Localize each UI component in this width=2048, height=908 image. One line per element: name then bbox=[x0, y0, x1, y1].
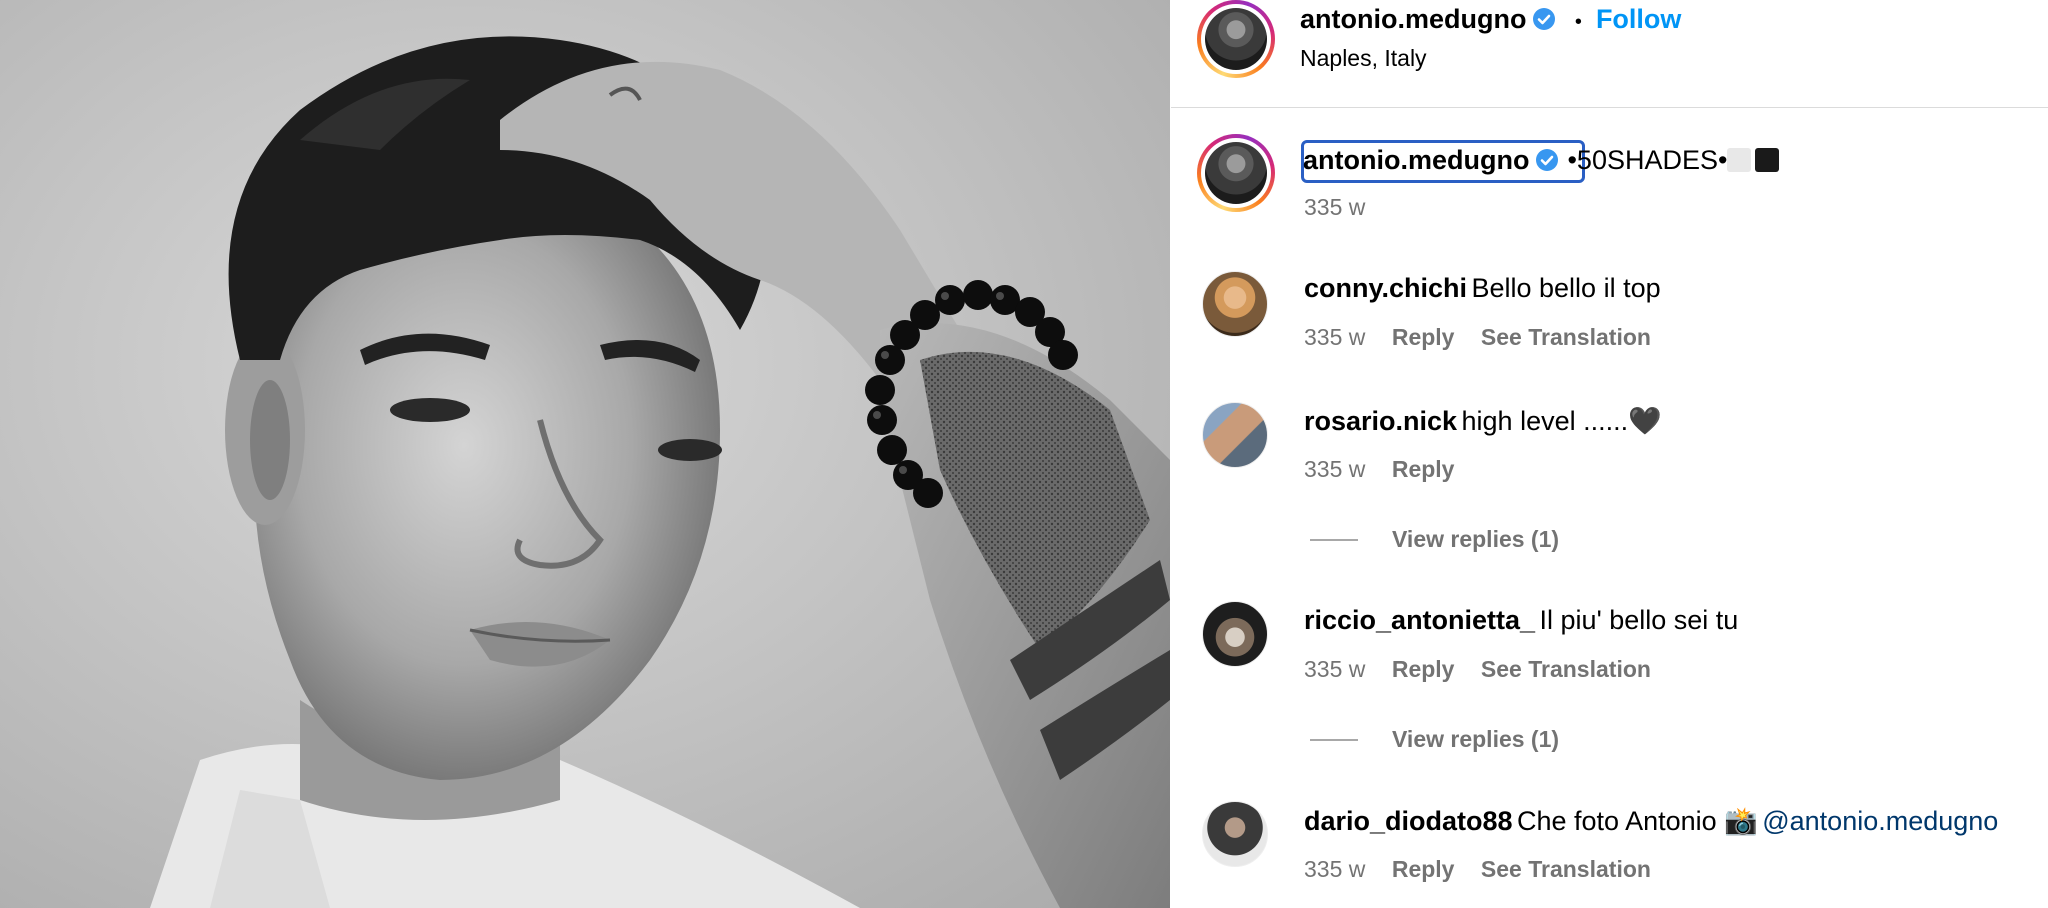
caption-avatar[interactable] bbox=[1197, 134, 1275, 212]
comment-text: Bello bello il top bbox=[1471, 273, 1661, 303]
comment-username[interactable]: riccio_antonietta_ bbox=[1304, 605, 1535, 635]
comment-text: Che foto Antonio 📸 bbox=[1517, 806, 1758, 836]
comment-time[interactable]: 335 w bbox=[1304, 324, 1365, 350]
comment-avatar[interactable] bbox=[1202, 402, 1268, 468]
caption-username[interactable]: antonio.medugno bbox=[1303, 145, 1529, 175]
comment-row: rosario.nick high level ......🖤 bbox=[1304, 405, 1662, 437]
comment-row: riccio_antonietta_ Il piu' bello sei tu bbox=[1304, 605, 1738, 636]
comments-panel: antonio.medugno • Follow Naples, Italy an… bbox=[1171, 0, 2048, 908]
see-translation-button[interactable]: See Translation bbox=[1481, 856, 1651, 882]
comment-row: conny.chichi Bello bello il top bbox=[1304, 273, 1661, 304]
reply-button[interactable]: Reply bbox=[1392, 856, 1455, 882]
comment-time[interactable]: 335 w bbox=[1304, 456, 1365, 482]
reply-button[interactable]: Reply bbox=[1392, 324, 1455, 350]
comment-time[interactable]: 335 w bbox=[1304, 656, 1365, 682]
white-square-emoji bbox=[1727, 148, 1752, 172]
comment-avatar[interactable] bbox=[1202, 271, 1268, 337]
comment-username[interactable]: conny.chichi bbox=[1304, 273, 1467, 303]
dot-separator: • bbox=[1574, 11, 1582, 33]
portrait-illustration bbox=[150, 36, 1170, 908]
comment-text: Il piu' bello sei tu bbox=[1539, 605, 1739, 635]
comment-username[interactable]: dario_diodato88 bbox=[1304, 806, 1513, 836]
mention-link[interactable]: @antonio.medugno bbox=[1762, 806, 1998, 836]
see-translation-button[interactable]: See Translation bbox=[1481, 656, 1651, 682]
replies-divider bbox=[1310, 539, 1358, 541]
black-square-emoji bbox=[1755, 148, 1780, 172]
verified-badge-icon bbox=[1533, 8, 1556, 30]
verified-badge-icon bbox=[1536, 149, 1559, 171]
caption-time[interactable]: 335 w bbox=[1304, 194, 1365, 221]
author-avatar[interactable] bbox=[1197, 0, 1275, 78]
comment-text: high level ......🖤 bbox=[1461, 406, 1662, 436]
reply-button[interactable]: Reply bbox=[1392, 456, 1455, 482]
view-replies-button[interactable]: View replies (1) bbox=[1392, 526, 1559, 553]
comment-username[interactable]: rosario.nick bbox=[1304, 406, 1457, 436]
comment-avatar[interactable] bbox=[1202, 601, 1268, 667]
post-location[interactable]: Naples, Italy bbox=[1300, 45, 1427, 72]
follow-button[interactable]: Follow bbox=[1596, 4, 1681, 34]
see-translation-button[interactable]: See Translation bbox=[1481, 324, 1651, 350]
reply-button[interactable]: Reply bbox=[1392, 656, 1455, 682]
comment-avatar[interactable] bbox=[1202, 801, 1268, 867]
view-replies-button[interactable]: View replies (1) bbox=[1392, 726, 1559, 753]
post-photo[interactable] bbox=[0, 0, 1170, 908]
replies-divider bbox=[1310, 739, 1358, 741]
author-username[interactable]: antonio.medugno bbox=[1300, 4, 1526, 34]
comment-row: dario_diodato88 Che foto Antonio 📸 @anto… bbox=[1304, 805, 1998, 837]
post-header: antonio.medugno • Follow Naples, Italy bbox=[1171, 0, 2048, 108]
comment-time[interactable]: 335 w bbox=[1304, 856, 1365, 882]
caption-text: •50SHADES• bbox=[1567, 145, 1728, 175]
